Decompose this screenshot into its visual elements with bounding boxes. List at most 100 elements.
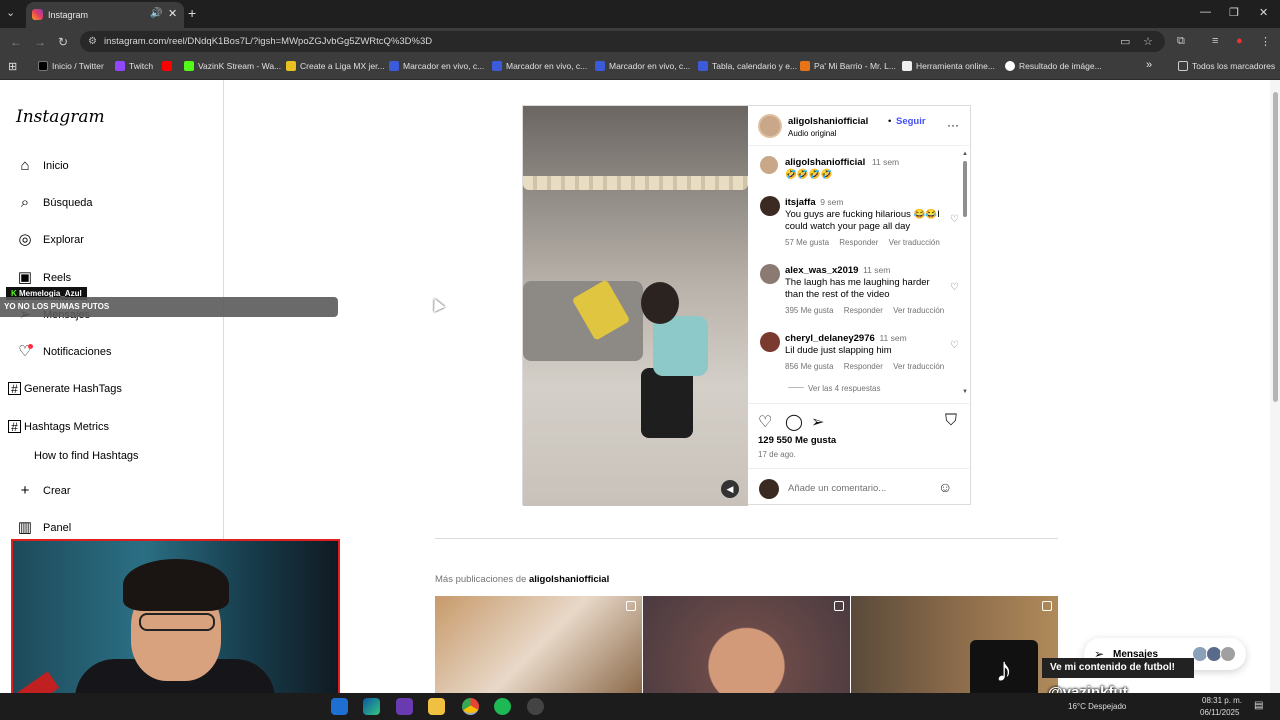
- page-scroll-thumb[interactable]: [1273, 92, 1278, 402]
- emoji-icon[interactable]: ☺: [938, 479, 952, 495]
- all-bookmarks[interactable]: Todos los marcadores: [1178, 61, 1275, 75]
- back-icon[interactable]: ←: [10, 35, 22, 49]
- page-scrollbar[interactable]: [1270, 80, 1280, 700]
- bookmark-tabla[interactable]: Tabla, calendario y e...: [698, 61, 797, 75]
- x-icon: [38, 61, 48, 71]
- youtube-icon: [162, 61, 172, 71]
- windows-taskbar: 16°C Despejado 08:31 p. m. 06/11/2025 ▤: [0, 693, 1280, 720]
- comment-likes[interactable]: 57 Me gusta: [785, 238, 829, 247]
- bookmark-google-images[interactable]: Resultado de imáge...: [1005, 61, 1102, 75]
- commenter-avatar[interactable]: [760, 264, 780, 284]
- reply-button[interactable]: Responder: [844, 362, 883, 371]
- bookmark-liga-mx[interactable]: Create a Liga MX jer...: [286, 61, 385, 75]
- bookmark-marcador-2[interactable]: Marcador en vivo, c...: [492, 61, 587, 75]
- notification-icon[interactable]: ▤: [1254, 700, 1263, 711]
- more-posts-username[interactable]: aligolshaniofficial: [529, 574, 609, 585]
- cast-icon[interactable]: ▭: [1120, 35, 1130, 48]
- author-avatar[interactable]: [760, 156, 778, 174]
- like-icon[interactable]: ♡: [758, 412, 772, 432]
- bookmark-herramienta[interactable]: Herramienta online...: [902, 61, 995, 75]
- translate-button[interactable]: Ver traducción: [893, 362, 944, 371]
- commenter-avatar[interactable]: [760, 332, 780, 352]
- weather-text[interactable]: 16°C Despejado: [1068, 702, 1126, 711]
- minimize-icon[interactable]: —: [1200, 6, 1211, 18]
- bookmark-star-icon[interactable]: ☆: [1143, 35, 1153, 48]
- like-comment-icon[interactable]: ♡: [950, 282, 959, 293]
- forward-icon[interactable]: →: [34, 35, 46, 49]
- bookmark-twitch[interactable]: Twitch: [115, 61, 153, 75]
- save-icon[interactable]: ⛉: [945, 412, 957, 430]
- reel-video[interactable]: ◀: [523, 106, 748, 506]
- widgets-icon[interactable]: [331, 698, 348, 715]
- bookmark-twitter[interactable]: Inicio / Twitter: [38, 61, 104, 75]
- separator-dot: •: [888, 116, 892, 127]
- extensions-icon[interactable]: ⧉: [1177, 35, 1185, 48]
- webcam-glasses: [139, 613, 215, 631]
- like-comment-icon[interactable]: ♡: [950, 340, 959, 351]
- video-scene-person-shirt: [653, 316, 708, 376]
- more-post-thumbnail[interactable]: [643, 596, 850, 696]
- bookmark-marcador-1[interactable]: Marcador en vivo, c...: [389, 61, 484, 75]
- like-comment-icon[interactable]: ♡: [950, 214, 959, 225]
- view-replies[interactable]: Ver las 4 respuestas: [788, 384, 880, 393]
- comment-username[interactable]: alex_was_x2019: [785, 265, 858, 276]
- bookmark-kick[interactable]: VazinK Stream - Wa...: [184, 61, 281, 75]
- scroll-up-icon[interactable]: ▲: [962, 151, 968, 157]
- tab-title: Instagram: [48, 10, 89, 20]
- author-username[interactable]: aligolshaniofficial: [788, 116, 868, 127]
- comment-likes[interactable]: 395 Me gusta: [785, 306, 833, 315]
- replies-line: [788, 387, 804, 388]
- audio-label[interactable]: Audio original: [788, 129, 836, 138]
- close-tab-icon[interactable]: ✕: [168, 7, 177, 20]
- more-bookmarks-icon[interactable]: »: [1146, 59, 1152, 73]
- share-icon[interactable]: ➢: [811, 412, 824, 432]
- spotify-icon[interactable]: [494, 698, 511, 715]
- post-date: 17 de ago.: [758, 450, 796, 459]
- comments-scrollbar[interactable]: ▲ ▼: [962, 151, 968, 396]
- url-bar[interactable]: ⚙ instagram.com/reel/DNdqK1Bos7L/?igsh=M…: [80, 31, 1165, 52]
- chrome-icon[interactable]: [462, 698, 479, 715]
- more-post-thumbnail[interactable]: [435, 596, 642, 696]
- caption-username[interactable]: aligolshaniofficial: [785, 157, 865, 168]
- tab-search-icon[interactable]: ⌄: [6, 6, 15, 19]
- clock-time[interactable]: 08:31 p. m.: [1202, 696, 1242, 705]
- comment: alex_was_x2019 11 sem The laugh has me l…: [760, 264, 960, 324]
- volume-icon[interactable]: ◀: [721, 480, 739, 498]
- comment-username[interactable]: cheryl_delaney2976: [785, 333, 875, 344]
- reply-button[interactable]: Responder: [839, 238, 878, 247]
- instagram-logo[interactable]: Instagram: [16, 107, 105, 127]
- follow-button[interactable]: Seguir: [896, 116, 926, 127]
- restore-icon[interactable]: ❐: [1229, 6, 1239, 19]
- bookmark-marcador-3[interactable]: Marcador en vivo, c...: [595, 61, 690, 75]
- app-icon[interactable]: [396, 698, 413, 715]
- translate-button[interactable]: Ver traducción: [893, 306, 944, 315]
- reply-button[interactable]: Responder: [844, 306, 883, 315]
- menu-icon[interactable]: ⋮: [1260, 35, 1271, 48]
- comments-scroll-thumb[interactable]: [963, 161, 967, 217]
- close-window-icon[interactable]: ✕: [1259, 6, 1268, 19]
- new-tab-icon[interactable]: +: [188, 5, 196, 21]
- comment-likes[interactable]: 856 Me gusta: [785, 362, 833, 371]
- speaker-icon[interactable]: 🔊: [150, 8, 162, 19]
- comment-username[interactable]: itsjaffa: [785, 197, 816, 208]
- profile-icon[interactable]: ●: [1236, 35, 1243, 47]
- translate-button[interactable]: Ver traducción: [889, 238, 940, 247]
- bookmark-youtube[interactable]: [162, 61, 176, 75]
- more-options-icon[interactable]: ···: [947, 118, 959, 132]
- bookmark-pa-mi-barrio[interactable]: Pa' Mi Barrio - Mr. L...: [800, 61, 896, 75]
- reload-icon[interactable]: ↻: [58, 35, 68, 49]
- site-info-icon[interactable]: ⚙: [88, 36, 97, 47]
- obs-icon[interactable]: [527, 698, 544, 715]
- media-control-icon[interactable]: ≡: [1212, 35, 1218, 47]
- edge-icon[interactable]: [363, 698, 380, 715]
- apps-icon[interactable]: ⊞: [8, 60, 17, 74]
- scroll-down-icon[interactable]: ▼: [962, 389, 968, 395]
- clock-date[interactable]: 06/11/2025: [1200, 708, 1239, 717]
- commenter-avatar[interactable]: [760, 196, 780, 216]
- author-avatar[interactable]: [758, 114, 782, 138]
- file-explorer-icon[interactable]: [428, 698, 445, 715]
- comment-input[interactable]: Añade un comentario...: [788, 483, 886, 494]
- comment-icon[interactable]: ◯: [785, 412, 803, 432]
- like-count[interactable]: 129 550 Me gusta: [758, 435, 836, 446]
- tab-instagram[interactable]: Instagram 🔊 ✕: [26, 2, 184, 28]
